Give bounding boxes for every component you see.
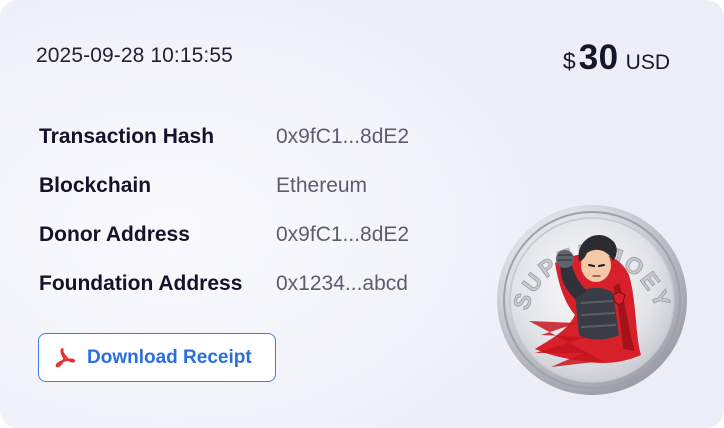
detail-label: Blockchain (39, 173, 152, 197)
detail-row-transaction-hash: Transaction Hash 0x9fC1...8dE2 (39, 112, 409, 161)
donor-address-value: 0x9fC1...8dE2 (276, 222, 410, 246)
detail-label: Transaction Hash (39, 124, 215, 148)
detail-row-foundation-address: Foundation Address 0x1234...abcd (39, 259, 409, 308)
currency-symbol: $ (562, 48, 576, 74)
receipt-card: 2025-09-28 10:15:55 $ 30 USD Transaction… (0, 0, 724, 428)
super-joey-coin-icon: SUPER JOEY (495, 203, 689, 397)
transaction-timestamp: 2025-09-28 10:15:55 (36, 44, 233, 67)
detail-label: Foundation Address (39, 271, 243, 295)
blockchain-value: Ethereum (276, 173, 368, 197)
detail-label: Donor Address (39, 222, 190, 246)
foundation-address-value: 0x1234...abcd (276, 271, 408, 295)
transaction-details: Transaction Hash 0x9fC1...8dE2 Blockchai… (39, 112, 409, 308)
detail-row-blockchain: Blockchain Ethereum (39, 161, 409, 210)
currency-unit: USD (625, 51, 670, 74)
donation-amount: $ 30 USD (563, 38, 670, 78)
pdf-icon (51, 345, 77, 371)
download-receipt-button[interactable]: Download Receipt (38, 333, 276, 382)
transaction-hash-value: 0x9fC1...8dE2 (276, 124, 410, 148)
amount-value: 30 (578, 38, 619, 77)
detail-row-donor-address: Donor Address 0x9fC1...8dE2 (39, 210, 409, 259)
download-receipt-label: Download Receipt (87, 346, 252, 368)
